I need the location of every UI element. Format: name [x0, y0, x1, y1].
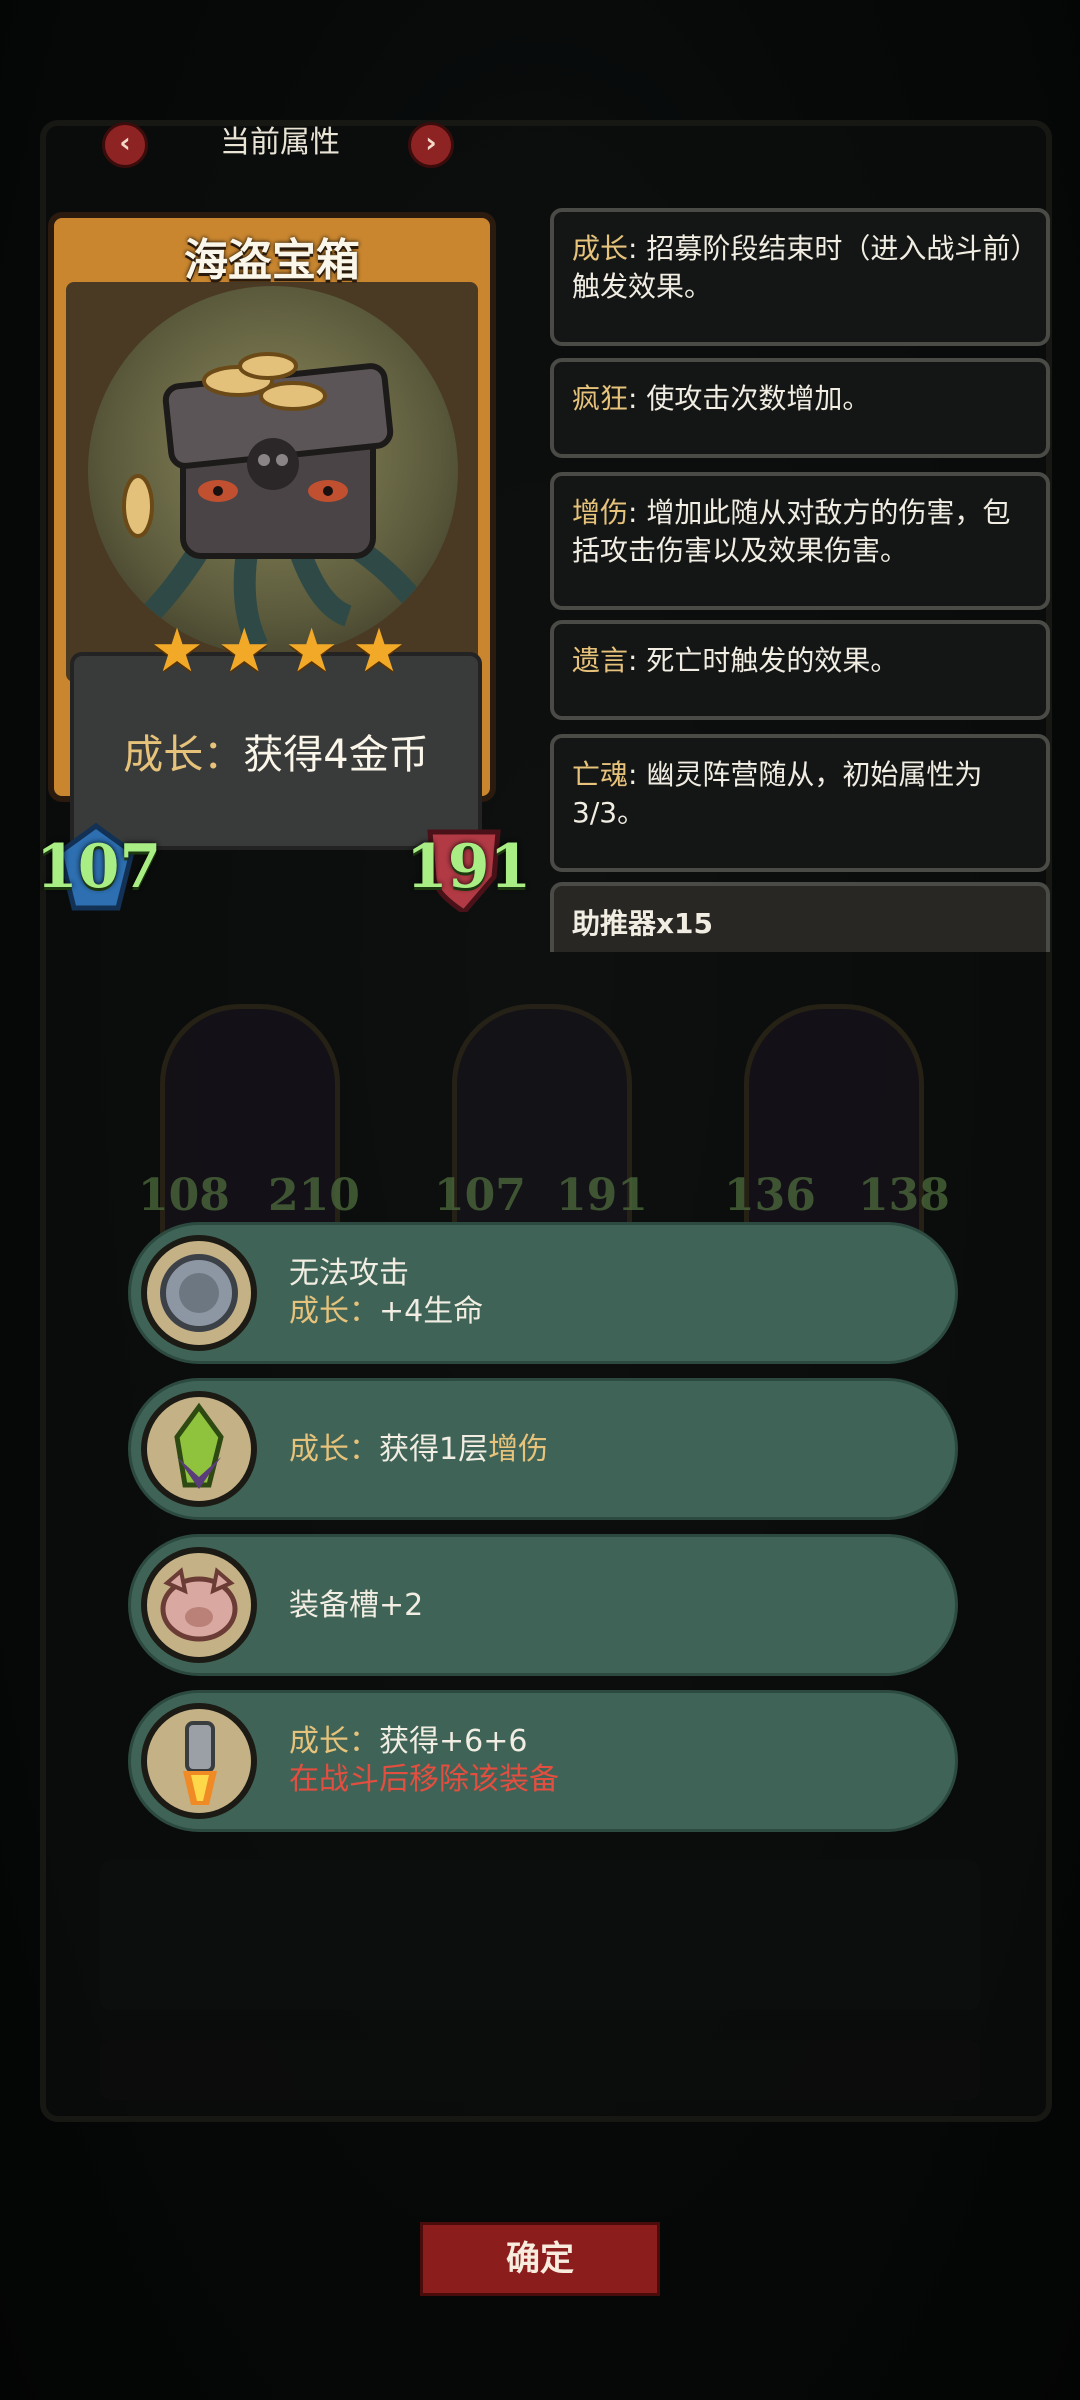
keyword-name: 亡魂 — [572, 758, 629, 791]
ability-separator: ： — [203, 732, 244, 778]
ability-text: 获得4金币 — [243, 732, 429, 778]
star-icon: ★ — [352, 616, 406, 686]
card-ability: 成长：获得4金币 — [74, 722, 478, 780]
minion-card: 海盗宝箱 成长：获得4金币 ★ ★ ★ ★ 107 191 — [36, 212, 531, 912]
star-icon: ★ — [284, 616, 339, 686]
equipment-desc: 成长：获得+6+6 在战斗后移除该装备 — [289, 1723, 559, 1799]
booster-label: 助推器x15 — [572, 907, 714, 940]
pirate-chest-portrait — [88, 286, 458, 656]
keyword-panel: 疯狂: 使攻击次数增加。 — [550, 358, 1050, 458]
equipment-effect: 获得+6+6 — [379, 1724, 528, 1759]
equipment-line: 成长：+4生命 — [289, 1293, 483, 1331]
chevron-left-icon: ‹ — [119, 126, 131, 159]
star-icon: ★ — [217, 616, 272, 686]
next-button[interactable]: › — [408, 122, 454, 168]
prev-button[interactable]: ‹ — [102, 122, 148, 168]
equipment-keyword: 增伤 — [488, 1432, 549, 1467]
equipment-item[interactable]: 无法攻击 成长：+4生命 — [128, 1222, 958, 1364]
health-value: 191 — [406, 832, 532, 902]
rocket-booster-icon — [141, 1703, 257, 1819]
card-name: 海盗宝箱 — [184, 235, 360, 286]
page-title: 当前属性 — [220, 125, 340, 160]
equipment-item[interactable]: 装备槽+2 — [128, 1534, 958, 1676]
equipment-keyword: 成长 — [289, 1432, 349, 1467]
keyword-name: 遗言 — [572, 644, 629, 677]
equipment-line: 无法攻击 — [289, 1256, 409, 1291]
keyword-panel: 增伤: 增加此随从对敌方的伤害，包括攻击伤害以及效果伤害。 — [550, 472, 1050, 610]
equipment-separator: ： — [349, 1724, 379, 1759]
keyword-panel: 遗言: 死亡时触发的效果。 — [550, 620, 1050, 720]
equipment-keyword: 成长 — [289, 1724, 349, 1759]
booster-panel: 助推器x15 — [550, 882, 1050, 952]
equipment-item[interactable]: 成长：获得+6+6 在战斗后移除该装备 — [128, 1690, 958, 1832]
keyword-desc: : 招募阶段结束时（进入战斗前）触发效果。 — [572, 232, 1025, 303]
keyword-panel: 成长: 招募阶段结束时（进入战斗前）触发效果。 — [550, 208, 1050, 346]
equipment-desc: 成长：获得1层增伤 — [289, 1431, 548, 1469]
attack-value: 107 — [36, 832, 162, 902]
keyword-desc: : 增加此随从对敌方的伤害，包括攻击伤害以及效果伤害。 — [572, 496, 1011, 567]
equipment-line: 成长：获得+6+6 — [289, 1723, 559, 1761]
keyword-name: 增伤 — [572, 496, 629, 529]
keyword-desc: : 使攻击次数增加。 — [628, 382, 871, 415]
silver-coin-icon — [141, 1235, 257, 1351]
keyword-desc: : 死亡时触发的效果。 — [628, 644, 899, 677]
equipment-item[interactable]: 成长：获得1层增伤 — [128, 1378, 958, 1520]
equipment-separator: ： — [349, 1294, 379, 1329]
green-crystal-icon — [141, 1391, 257, 1507]
keyword-name: 成长 — [572, 232, 629, 265]
equipment-effect: 获得1层 — [379, 1432, 489, 1467]
chevron-right-icon: › — [425, 126, 437, 159]
equipment-separator: ： — [349, 1432, 379, 1467]
equipment-keyword: 成长 — [289, 1294, 349, 1329]
pig-icon — [141, 1547, 257, 1663]
equipment-desc: 装备槽+2 — [289, 1587, 423, 1625]
star-rating: ★ ★ ★ ★ — [148, 616, 408, 686]
ability-keyword: 成长 — [123, 732, 204, 778]
keyword-panel: 亡魂: 幽灵阵营随从，初始属性为3/3。 — [550, 734, 1050, 872]
star-icon: ★ — [150, 616, 204, 686]
keyword-desc: : 幽灵阵营随从，初始属性为3/3。 — [572, 758, 983, 829]
equipment-warning: 在战斗后移除该装备 — [289, 1762, 559, 1797]
equipment-line: 装备槽+2 — [289, 1588, 424, 1623]
equipment-effect: +4生命 — [379, 1294, 484, 1329]
confirm-button[interactable]: 确定 — [420, 2222, 660, 2296]
keyword-name: 疯狂 — [572, 382, 629, 415]
equipment-desc: 无法攻击 成长：+4生命 — [289, 1255, 483, 1331]
